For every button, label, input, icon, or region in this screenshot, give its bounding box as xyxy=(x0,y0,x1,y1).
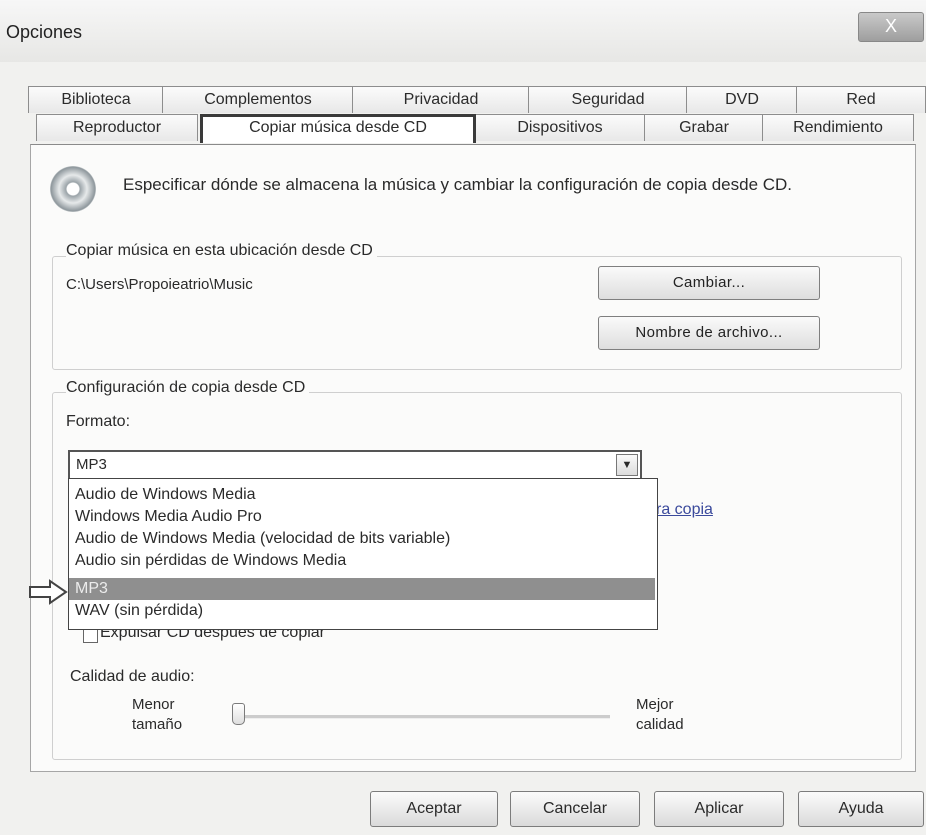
help-button[interactable]: Ayuda xyxy=(798,791,924,827)
tab-seguridad[interactable]: Seguridad xyxy=(528,86,688,113)
tab-rendimiento[interactable]: Rendimiento xyxy=(762,114,914,141)
format-option[interactable]: Audio de Windows Media xyxy=(75,484,256,506)
quality-min-label-2: tamaño xyxy=(132,716,183,733)
eject-checkbox[interactable] xyxy=(83,628,98,643)
change-button[interactable]: Cambiar... xyxy=(598,266,820,300)
cancel-button[interactable]: Cancelar xyxy=(510,791,640,827)
format-option[interactable]: Windows Media Audio Pro xyxy=(75,506,262,528)
tab-reproductor[interactable]: Reproductor xyxy=(36,114,198,141)
arrow-right-icon xyxy=(29,579,68,605)
page-description: Especificar dónde se almacena la música … xyxy=(123,175,793,194)
filename-button[interactable]: Nombre de archivo... xyxy=(598,316,820,350)
format-option[interactable]: Audio sin pérdidas de Windows Media xyxy=(75,550,346,572)
window-title: Opciones xyxy=(6,22,83,42)
tab-grabar[interactable]: Grabar xyxy=(644,114,764,141)
tab-copiar-musica[interactable]: Copiar música desde CD xyxy=(200,114,476,143)
title-bar[interactable]: Opciones X xyxy=(0,0,926,62)
quality-slider-thumb[interactable] xyxy=(232,703,245,725)
format-select-value: MP3 xyxy=(76,456,107,473)
options-dialog: Opciones X Biblioteca Complementos Priva… xyxy=(0,0,926,835)
tab-dispositivos[interactable]: Dispositivos xyxy=(474,114,646,141)
format-option[interactable]: WAV (sin pérdida) xyxy=(75,600,203,622)
tab-biblioteca[interactable]: Biblioteca xyxy=(28,86,164,113)
ok-button[interactable]: Aceptar xyxy=(370,791,498,827)
apply-button[interactable]: Aplicar xyxy=(654,791,784,827)
location-path: C:\Users\Propoieatrio\Music xyxy=(66,276,253,293)
tab-privacidad[interactable]: Privacidad xyxy=(352,86,530,113)
tab-red[interactable]: Red xyxy=(796,86,926,113)
tab-complementos[interactable]: Complementos xyxy=(162,86,354,113)
close-button[interactable]: X xyxy=(858,12,924,42)
chevron-down-icon[interactable]: ▼ xyxy=(616,454,638,476)
tab-dvd[interactable]: DVD xyxy=(686,86,798,113)
quality-min-label-1: Menor xyxy=(132,696,175,713)
format-label: Formato: xyxy=(66,413,131,430)
format-option-selected[interactable]: MP3 xyxy=(69,578,655,600)
format-option[interactable]: Audio de Windows Media (velocidad de bit… xyxy=(75,528,450,550)
quality-label: Calidad de audio: xyxy=(70,668,195,685)
format-dropdown-list: Audio de Windows Media Windows Media Aud… xyxy=(68,478,658,630)
format-select[interactable]: MP3 ▼ xyxy=(68,450,642,481)
rip-settings-heading: Configuración de copia desde CD xyxy=(66,379,310,397)
quality-max-label-1: Mejor xyxy=(636,696,674,713)
quality-slider-track[interactable] xyxy=(240,715,610,719)
location-heading: Copiar música en esta ubicación desde CD xyxy=(66,242,377,260)
more-info-link[interactable]: ra copia xyxy=(656,501,713,519)
quality-max-label-2: calidad xyxy=(636,716,684,733)
